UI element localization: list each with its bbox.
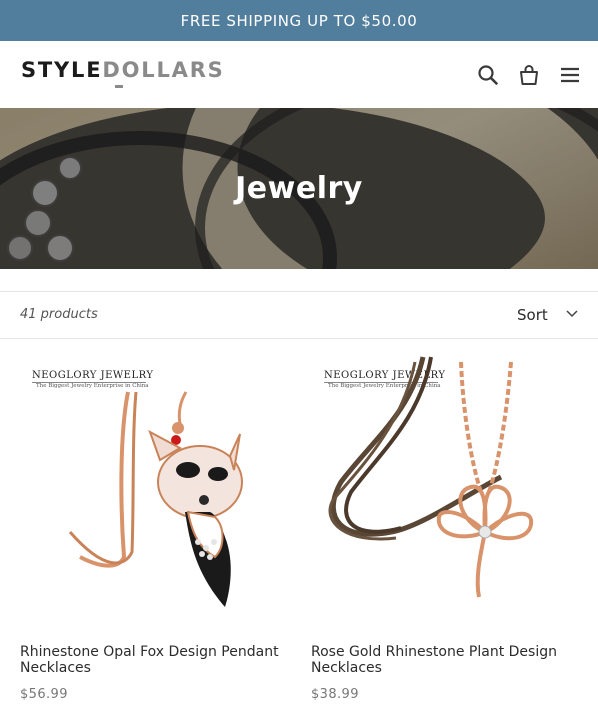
collection-hero: Jewelry	[0, 108, 598, 269]
product-image[interactable]: NEOGLORY JEWELRY The Biggest Jewelry Ent…	[20, 352, 300, 628]
product-image[interactable]: NEOGLORY JEWELRY The Biggest Jewelry Ent…	[311, 352, 591, 628]
cart-icon[interactable]	[517, 63, 541, 87]
logo-part-style: STYLE	[21, 58, 103, 82]
announcement-bar: FREE SHIPPING UP TO $50.00	[0, 0, 598, 41]
store-logo[interactable]: STYLEDOLLARS	[21, 57, 225, 83]
search-icon[interactable]	[476, 63, 500, 87]
sort-select[interactable]: Sort	[517, 306, 548, 324]
product-title[interactable]: Rhinestone Opal Fox Design Pendant Neckl…	[20, 644, 300, 676]
product-price: $56.99	[20, 687, 68, 702]
logo-underline	[115, 85, 123, 88]
menu-icon[interactable]	[558, 63, 582, 87]
product-title[interactable]: Rose Gold Rhinestone Plant Design Neckla…	[311, 644, 591, 676]
product-count: 41 products	[20, 307, 98, 322]
announcement-text: FREE SHIPPING UP TO $50.00	[180, 11, 418, 30]
fox-necklace-image	[68, 391, 243, 607]
logo-part-dollars: DOLLARS	[102, 58, 225, 82]
chevron-down-icon[interactable]	[565, 309, 579, 319]
collection-toolbar: 41 products Sort	[0, 291, 598, 339]
page-title: Jewelry	[235, 171, 363, 206]
product-price: $38.99	[311, 687, 359, 702]
site-header: STYLEDOLLARS	[0, 41, 598, 108]
clover-necklace-image	[328, 356, 534, 598]
